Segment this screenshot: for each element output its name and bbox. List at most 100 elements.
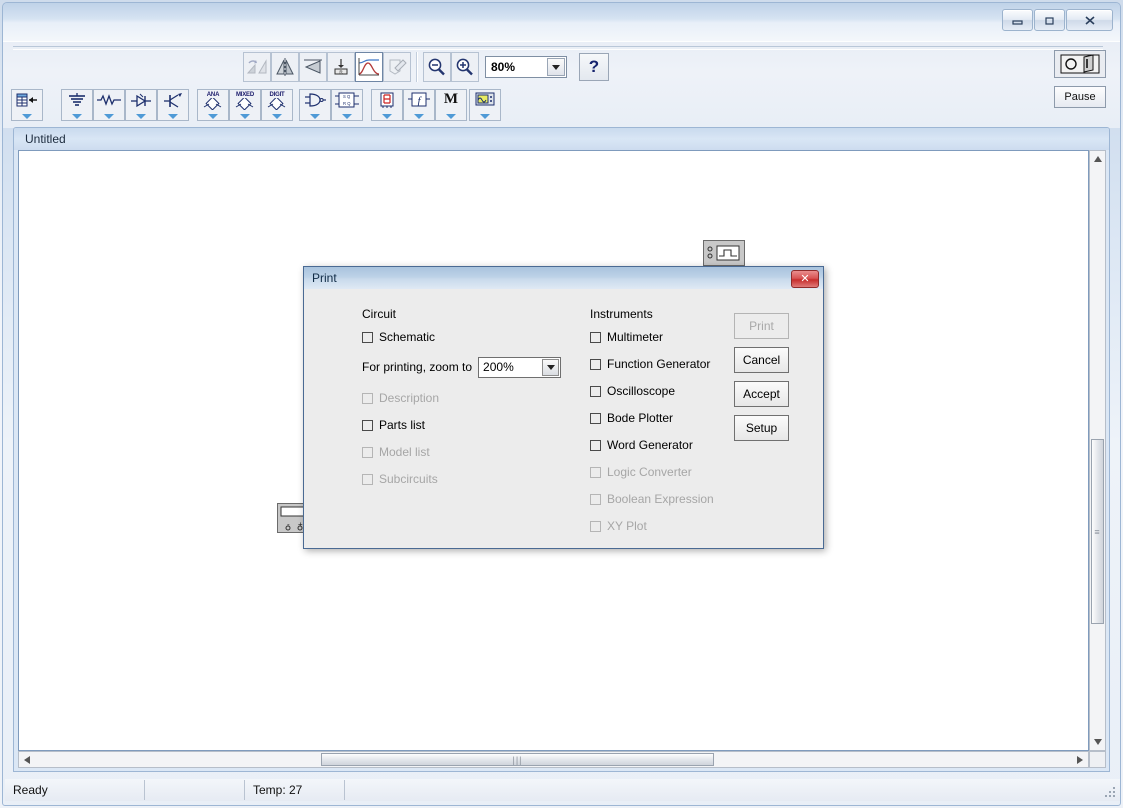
svg-text:R Q: R Q: [343, 101, 351, 106]
dropdown-caret-icon[interactable]: [72, 114, 82, 119]
checkbox-multimeter[interactable]: Multimeter: [590, 329, 750, 345]
indicators-group: f M: [371, 88, 467, 122]
edit-model-icon[interactable]: [383, 52, 411, 82]
checkbox-box-icon[interactable]: [590, 440, 601, 451]
analysis-graph-icon[interactable]: [355, 52, 383, 82]
cancel-button[interactable]: Cancel: [734, 347, 789, 373]
checkbox-box-icon: [362, 474, 373, 485]
rotate-icon[interactable]: [243, 52, 271, 82]
minimize-button[interactable]: [1002, 9, 1033, 31]
print-dialog-close-button[interactable]: ✕: [791, 270, 819, 288]
checkbox-label: Multimeter: [607, 330, 663, 344]
scroll-right-icon[interactable]: [1072, 752, 1088, 767]
dropdown-caret-icon[interactable]: [168, 114, 178, 119]
flip-horizontal-icon[interactable]: [271, 52, 299, 82]
application-window: R: [0, 0, 1123, 808]
logic-gates-icon[interactable]: [299, 89, 331, 121]
close-button[interactable]: [1066, 9, 1113, 31]
checkbox-label: Boolean Expression: [607, 492, 714, 506]
digital-blocks-icon[interactable]: S Q R Q: [331, 89, 363, 121]
dropdown-caret-icon[interactable]: [136, 114, 146, 119]
miscellaneous-label: M: [444, 92, 458, 107]
scroll-up-icon[interactable]: [1090, 151, 1105, 167]
basic-components-icon[interactable]: [93, 89, 125, 121]
dropdown-caret-icon[interactable]: [342, 114, 352, 119]
scrollbar-corner: [1089, 751, 1106, 768]
parts-bin-icon[interactable]: [11, 89, 43, 121]
checkbox-label: Bode Plotter: [607, 411, 673, 425]
checkbox-word-generator[interactable]: Word Generator: [590, 437, 750, 453]
instruments-section: Instruments Multimeter Function Generato…: [590, 307, 750, 545]
indicators-icon[interactable]: [371, 89, 403, 121]
horizontal-scrollbar[interactable]: |||: [18, 751, 1089, 768]
checkbox-box-icon[interactable]: [590, 332, 601, 343]
checkbox-oscilloscope[interactable]: Oscilloscope: [590, 383, 750, 399]
window-titlebar: [3, 3, 1120, 41]
ics-group: ANA MIXED: [197, 88, 293, 122]
digital-ics-icon[interactable]: DIGIT: [261, 89, 293, 121]
accept-button[interactable]: Accept: [734, 381, 789, 407]
chevron-down-icon[interactable]: [542, 359, 559, 376]
dropdown-caret-icon[interactable]: [208, 114, 218, 119]
dropdown-caret-icon[interactable]: [104, 114, 114, 119]
checkbox-box-icon[interactable]: [362, 420, 373, 431]
controls-icon[interactable]: f: [403, 89, 435, 121]
dropdown-caret-icon[interactable]: [446, 114, 456, 119]
miscellaneous-icon[interactable]: M: [435, 89, 467, 121]
checkbox-box-icon[interactable]: [590, 386, 601, 397]
analog-ics-icon[interactable]: ANA: [197, 89, 229, 121]
checkbox-parts-list[interactable]: Parts list: [362, 417, 562, 433]
toolbar-row-top: R: [3, 50, 1120, 86]
checkbox-subcircuits: Subcircuits: [362, 471, 562, 487]
setup-button[interactable]: Setup: [734, 415, 789, 441]
checkbox-box-icon[interactable]: [362, 332, 373, 343]
zoom-in-icon[interactable]: [451, 52, 479, 82]
vertical-scrollbar[interactable]: ≡: [1089, 150, 1106, 751]
checkbox-label: Oscilloscope: [607, 384, 675, 398]
dropdown-caret-icon[interactable]: [310, 114, 320, 119]
vertical-scroll-thumb[interactable]: ≡: [1091, 439, 1104, 624]
diodes-icon[interactable]: [125, 89, 157, 121]
zoom-level-combo[interactable]: 80%: [485, 56, 567, 78]
print-zoom-combo[interactable]: 200%: [478, 357, 561, 378]
flip-vertical-icon[interactable]: [299, 52, 327, 82]
checkbox-box-icon[interactable]: [590, 359, 601, 370]
document-title: Untitled: [14, 128, 1109, 150]
checkbox-bode-plotter[interactable]: Bode Plotter: [590, 410, 750, 426]
dropdown-caret-icon[interactable]: [22, 114, 32, 119]
zoom-out-icon[interactable]: [423, 52, 451, 82]
mixed-ics-icon[interactable]: MIXED: [229, 89, 261, 121]
scroll-left-icon[interactable]: [19, 752, 35, 767]
dropdown-caret-icon[interactable]: [414, 114, 424, 119]
dropdown-caret-icon[interactable]: [240, 114, 250, 119]
checkbox-label: Model list: [379, 445, 430, 459]
checkbox-label: Description: [379, 391, 439, 405]
dropdown-caret-icon[interactable]: [480, 114, 490, 119]
scroll-down-icon[interactable]: [1090, 734, 1105, 750]
digital-group: S Q R Q: [299, 88, 363, 122]
print-button[interactable]: Print: [734, 313, 789, 339]
zoom-level-value: 80%: [486, 60, 515, 74]
checkbox-schematic[interactable]: Schematic: [362, 329, 562, 345]
edit-tools-group: R: [243, 50, 609, 84]
print-zoom-value: 200%: [479, 360, 514, 374]
dropdown-caret-icon[interactable]: [272, 114, 282, 119]
checkbox-box-icon[interactable]: [590, 413, 601, 424]
resize-grip-icon[interactable]: [1103, 785, 1117, 799]
instruments-heading: Instruments: [590, 307, 750, 321]
chevron-down-icon[interactable]: [547, 58, 565, 76]
component-properties-icon[interactable]: R: [327, 52, 355, 82]
function-generator-component[interactable]: [703, 240, 745, 266]
checkbox-box-icon: [362, 393, 373, 404]
transistors-icon[interactable]: [157, 89, 189, 121]
sources-icon[interactable]: [61, 89, 93, 121]
maximize-button[interactable]: [1034, 9, 1065, 31]
dropdown-caret-icon[interactable]: [382, 114, 392, 119]
help-button[interactable]: ?: [579, 53, 609, 81]
pause-button[interactable]: Pause: [1054, 86, 1106, 108]
power-switch-icon[interactable]: [1054, 50, 1106, 78]
checkbox-function-generator[interactable]: Function Generator: [590, 356, 750, 372]
horizontal-scroll-thumb[interactable]: |||: [321, 753, 714, 766]
checkbox-model-list: Model list: [362, 444, 562, 460]
instruments-icon[interactable]: [469, 89, 501, 121]
